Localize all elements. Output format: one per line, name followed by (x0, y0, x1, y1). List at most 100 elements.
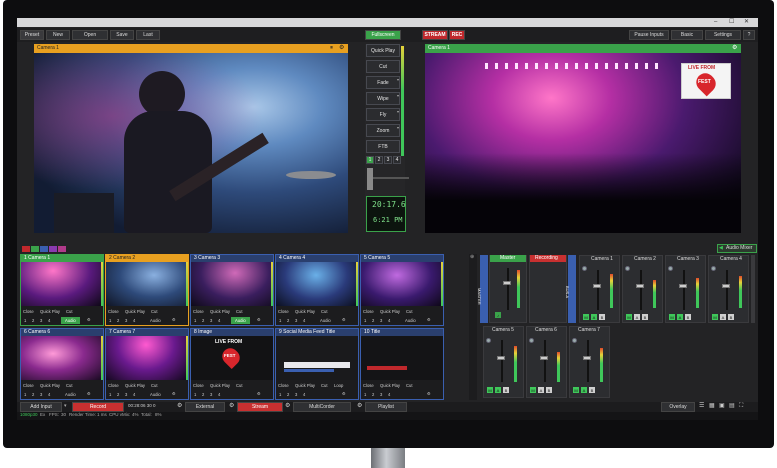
basic-button[interactable]: Basic (671, 30, 703, 40)
color-tag-red[interactable] (22, 246, 30, 252)
input-1-quickplay[interactable]: Quick Play (40, 309, 60, 314)
input-10-gear-icon[interactable]: ⚙ (427, 391, 431, 396)
input-9-quickplay[interactable]: Quick Play (295, 383, 315, 388)
output-settings-icon[interactable]: ⚙ (732, 45, 737, 51)
input-1-num1[interactable]: 1 (24, 318, 26, 323)
mixer-camera-3-a[interactable]: A (677, 314, 683, 320)
master-fader-track[interactable] (507, 268, 509, 310)
zoom-button[interactable]: Zoom (366, 124, 400, 137)
ftb-button[interactable]: FTB (366, 140, 400, 153)
master-fader-cap[interactable] (503, 281, 511, 285)
mixer-camera-2-fader-cap[interactable] (636, 284, 644, 288)
rec-status-button[interactable]: REC (449, 30, 465, 40)
zoom-dropdown-icon[interactable]: ▾ (397, 126, 399, 130)
add-input-button[interactable]: Add Input (20, 402, 62, 412)
layout-icon[interactable]: ▤ (729, 403, 735, 409)
input-4-num4[interactable]: 4 (303, 318, 305, 323)
mixer-camera-1-a[interactable]: A (591, 314, 597, 320)
last-button[interactable]: Last (136, 30, 160, 40)
multicorder-button[interactable]: MultiCorder (293, 402, 351, 412)
input-6-num4[interactable]: 4 (48, 392, 50, 397)
input-6-close[interactable]: Close (23, 383, 34, 388)
input-4-num2[interactable]: 2 (287, 318, 289, 323)
input-card-9[interactable]: 9 Social Media Feed Title Close Quick Pl… (275, 328, 359, 400)
input-3-num4[interactable]: 4 (218, 318, 220, 323)
cut-button[interactable]: Cut (366, 60, 400, 73)
input-card-3[interactable]: 3 Camera 3 Close Quick Play Cut 1 2 3 4 … (190, 254, 274, 326)
mixer-camera-7-fader-cap[interactable] (583, 356, 591, 360)
input-6-num1[interactable]: 1 (24, 392, 26, 397)
minimize-button[interactable]: – (714, 19, 717, 25)
mixer-camera-7-m[interactable]: M (573, 387, 579, 393)
mixer-camera-4-fader[interactable] (726, 270, 728, 310)
input-2-audio-button[interactable]: Audio (146, 317, 165, 324)
input-3-num1[interactable]: 1 (194, 318, 196, 323)
mixer-camera-3-b[interactable]: B (685, 314, 691, 320)
input-8-num1[interactable]: 1 (194, 392, 196, 397)
preset-button[interactable]: Preset (20, 30, 44, 40)
mixer-camera-2-gear-icon[interactable] (625, 266, 630, 271)
pause-inputs-button[interactable]: Pause Inputs (629, 30, 669, 40)
multiview-icon[interactable]: ▣ (719, 403, 725, 409)
mixer-camera-1-fader-cap[interactable] (593, 284, 601, 288)
input-10-num4[interactable]: 4 (388, 392, 390, 397)
input-6-cut[interactable]: Cut (66, 383, 73, 388)
multicorder-settings-icon[interactable]: ⚙ (357, 403, 362, 409)
t-bar-handle[interactable] (367, 168, 373, 190)
input-5-num3[interactable]: 3 (380, 318, 382, 323)
input-7-cut[interactable]: Cut (151, 383, 158, 388)
input-7-gear-icon[interactable]: ⚙ (172, 391, 176, 396)
mixer-camera-3-gear-icon[interactable] (668, 266, 673, 271)
input-2-cut[interactable]: Cut (151, 309, 158, 314)
input-2-gear-icon[interactable]: ⚙ (172, 317, 176, 322)
mixer-camera-2-a[interactable]: A (634, 314, 640, 320)
fade-button[interactable]: Fade (366, 76, 400, 89)
t-bar-track[interactable] (373, 177, 409, 179)
input-1-cut[interactable]: Cut (66, 309, 73, 314)
input-3-cut[interactable]: Cut (236, 309, 243, 314)
mixer-camera-7-fader[interactable] (587, 340, 589, 382)
input-3-close[interactable]: Close (193, 309, 204, 314)
color-tag-magenta[interactable] (58, 246, 66, 252)
input-10-quickplay[interactable]: Quick Play (380, 383, 400, 388)
input-4-num3[interactable]: 3 (295, 318, 297, 323)
input-9-num1[interactable]: 1 (279, 392, 281, 397)
input-10-num2[interactable]: 2 (372, 392, 374, 397)
mixer-camera-4-fader-cap[interactable] (722, 284, 730, 288)
grid-view-icon[interactable]: ▦ (709, 403, 715, 409)
input-5-num1[interactable]: 1 (364, 318, 366, 323)
mixer-camera-7-b[interactable]: B (589, 387, 595, 393)
input-card-10[interactable]: 10 Title Close Quick Play Cut 1 2 3 4 ⚙ (360, 328, 444, 400)
input-8-gear-icon[interactable]: ⚙ (257, 391, 261, 396)
input-7-quickplay[interactable]: Quick Play (125, 383, 145, 388)
preview-pause-icon[interactable]: ⏸ (330, 45, 333, 51)
input-3-quickplay[interactable]: Quick Play (210, 309, 230, 314)
input-card-4[interactable]: 4 Camera 4 Close Quick Play Cut 1 2 3 4 … (275, 254, 359, 326)
input-4-gear-icon[interactable]: ⚙ (342, 317, 346, 322)
mixer-camera-4-b[interactable]: B (728, 314, 734, 320)
mixer-camera-5-m[interactable]: M (487, 387, 493, 393)
input-9-num4[interactable]: 4 (303, 392, 305, 397)
mixer-camera-2-fader[interactable] (640, 270, 642, 310)
mixer-camera-3-m[interactable]: M (669, 314, 675, 320)
input-4-audio-button[interactable]: Audio (316, 317, 335, 324)
input-3-audio-button[interactable]: Audio (231, 317, 250, 324)
input-9-close[interactable]: Close (278, 383, 289, 388)
input-2-num1[interactable]: 1 (109, 318, 111, 323)
input-3-num3[interactable]: 3 (210, 318, 212, 323)
mixer-camera-1-m[interactable]: M (583, 314, 589, 320)
input-9-gear-icon[interactable]: ⚙ (342, 391, 346, 396)
input-card-2[interactable]: 2 Camera 2 Close Quick Play Cut 1 2 3 4 … (105, 254, 189, 326)
input-7-num4[interactable]: 4 (133, 392, 135, 397)
input-3-gear-icon[interactable]: ⚙ (257, 317, 261, 322)
page-3-button[interactable]: 3 (384, 156, 392, 164)
input-2-close[interactable]: Close (108, 309, 119, 314)
mixer-camera-6-gear-icon[interactable] (529, 338, 534, 343)
input-7-num1[interactable]: 1 (109, 392, 111, 397)
input-10-num3[interactable]: 3 (380, 392, 382, 397)
input-4-quickplay[interactable]: Quick Play (295, 309, 315, 314)
mixer-camera-4-a[interactable]: A (720, 314, 726, 320)
mixer-camera-4-gear-icon[interactable] (711, 266, 716, 271)
list-view-icon[interactable]: ☰ (699, 403, 704, 409)
wipe-button[interactable]: Wipe (366, 92, 400, 105)
